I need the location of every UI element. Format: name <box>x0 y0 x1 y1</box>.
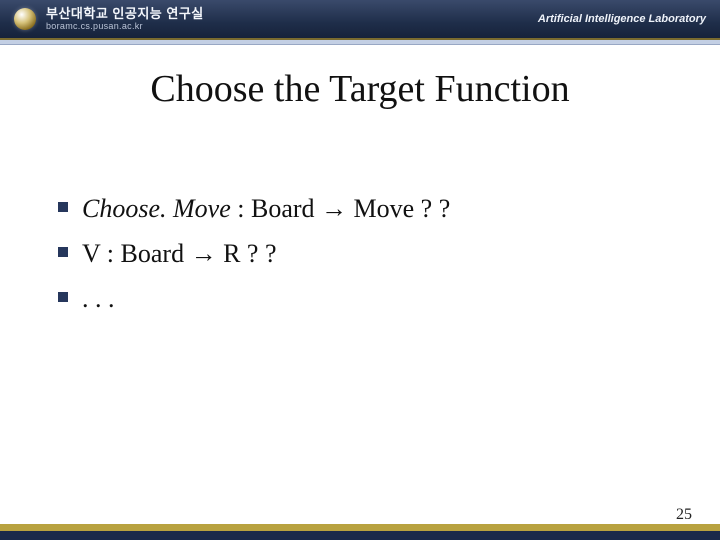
bullet-item: Choose. Move : Board → Move ? ? <box>58 191 720 226</box>
university-crest-icon <box>14 8 36 30</box>
bullet-text: V : Board → R ? ? <box>82 236 277 271</box>
bullet-text: Choose. Move : Board → Move ? ? <box>82 191 450 226</box>
bullet-item: . . . <box>58 281 720 316</box>
slide-body: Choose. Move : Board → Move ? ? V : Boar… <box>0 191 720 316</box>
header-bar: 부산대학교 인공지능 연구실 boramc.cs.pusan.ac.kr Art… <box>0 0 720 40</box>
footer-bars <box>0 524 720 540</box>
slide-title: Choose the Target Function <box>0 67 720 111</box>
bullet-text: . . . <box>82 281 115 316</box>
lab-name-english: Artificial Intelligence Laboratory <box>538 13 706 25</box>
lab-url: boramc.cs.pusan.ac.kr <box>46 22 204 31</box>
footer-bar-gold <box>0 524 720 531</box>
header-rule-thin <box>0 44 720 45</box>
bullet-square-icon <box>58 292 68 302</box>
slide: 부산대학교 인공지능 연구실 boramc.cs.pusan.ac.kr Art… <box>0 0 720 540</box>
bullet-square-icon <box>58 247 68 257</box>
footer-bar-navy <box>0 531 720 540</box>
bullet-item: V : Board → R ? ? <box>58 236 720 271</box>
bullet-square-icon <box>58 202 68 212</box>
lab-identity: 부산대학교 인공지능 연구실 boramc.cs.pusan.ac.kr <box>46 7 204 31</box>
lab-name-native: 부산대학교 인공지능 연구실 <box>46 7 204 21</box>
page-number: 25 <box>676 506 692 524</box>
